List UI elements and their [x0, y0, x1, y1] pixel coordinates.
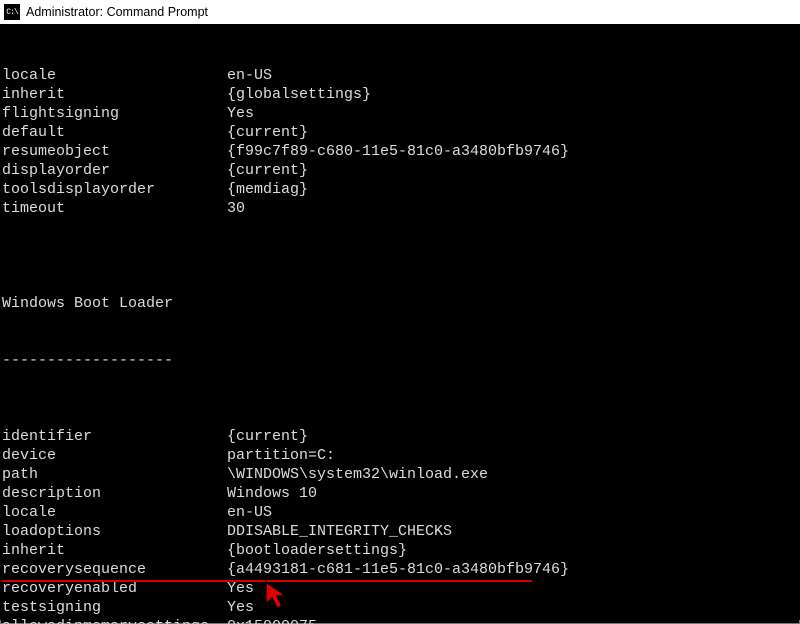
loader-key: recoverysequence [2, 560, 227, 579]
global-value: {memdiag} [227, 180, 308, 199]
loader-key: description [2, 484, 227, 503]
global-value: en-US [227, 66, 272, 85]
global-value: {current} [227, 123, 308, 142]
bcd-globals-list: localeen-USinherit{globalsettings}flight… [2, 66, 798, 218]
loader-row: identifier{current} [2, 427, 798, 446]
loader-key: locale [2, 503, 227, 522]
global-key: locale [2, 66, 227, 85]
global-key: inherit [2, 85, 227, 104]
loader-row: descriptionWindows 10 [2, 484, 798, 503]
global-value: 30 [227, 199, 245, 218]
loader-value: Windows 10 [227, 484, 317, 503]
global-row: timeout30 [2, 199, 798, 218]
loader-key: loadoptions [2, 522, 227, 541]
loader-value: {a4493181-c681-11e5-81c0-a3480bfb9746} [227, 560, 569, 579]
loader-value: \WINDOWS\system32\winload.exe [227, 465, 488, 484]
terminal-area[interactable]: localeen-USinherit{globalsettings}flight… [0, 24, 800, 620]
highlight-underline [2, 580, 532, 582]
global-row: default{current} [2, 123, 798, 142]
loader-row: devicepartition=C: [2, 446, 798, 465]
global-row: resumeobject{f99c7f89-c680-11e5-81c0-a34… [2, 142, 798, 161]
loader-value: DDISABLE_INTEGRITY_CHECKS [227, 522, 452, 541]
global-key: toolsdisplayorder [2, 180, 227, 199]
global-row: flightsigningYes [2, 104, 798, 123]
loader-row: testsigningYes [2, 598, 798, 617]
loader-row: inherit{bootloadersettings} [2, 541, 798, 560]
loader-key: allowedinmemorysettings [2, 617, 227, 624]
titlebar[interactable]: C:\ Administrator: Command Prompt [0, 0, 800, 24]
global-value: Yes [227, 104, 254, 123]
section-title: Windows Boot Loader [2, 294, 798, 313]
loader-key: identifier [2, 427, 227, 446]
loader-row: allowedinmemorysettings0x15000075 [2, 617, 798, 624]
cmd-icon: C:\ [4, 4, 20, 20]
global-row: displayorder{current} [2, 161, 798, 180]
loader-row: recoverysequence{a4493181-c681-11e5-81c0… [2, 560, 798, 579]
window-title: Administrator: Command Prompt [26, 5, 208, 19]
global-row: toolsdisplayorder{memdiag} [2, 180, 798, 199]
global-key: displayorder [2, 161, 227, 180]
loader-value: Yes [227, 598, 254, 617]
loader-value: en-US [227, 503, 272, 522]
loader-value: partition=C: [227, 446, 335, 465]
loader-key: device [2, 446, 227, 465]
section-divider: ------------------- [2, 351, 798, 370]
global-row: inherit{globalsettings} [2, 85, 798, 104]
global-key: timeout [2, 199, 227, 218]
global-row: localeen-US [2, 66, 798, 85]
boot-loader-list: identifier{current}devicepartition=C:pat… [2, 427, 798, 624]
global-key: flightsigning [2, 104, 227, 123]
global-key: resumeobject [2, 142, 227, 161]
loader-row: localeen-US [2, 503, 798, 522]
loader-key: testsigning [2, 598, 227, 617]
loader-row: path\WINDOWS\system32\winload.exe [2, 465, 798, 484]
loader-key: path [2, 465, 227, 484]
loader-value: 0x15000075 [227, 617, 317, 624]
loader-value: {current} [227, 427, 308, 446]
global-value: {f99c7f89-c680-11e5-81c0-a3480bfb9746} [227, 142, 569, 161]
cmd-window: C:\ Administrator: Command Prompt locale… [0, 0, 800, 624]
loader-key: inherit [2, 541, 227, 560]
global-key: default [2, 123, 227, 142]
loader-value: {bootloadersettings} [227, 541, 407, 560]
global-value: {globalsettings} [227, 85, 371, 104]
global-value: {current} [227, 161, 308, 180]
loader-row: loadoptionsDDISABLE_INTEGRITY_CHECKS [2, 522, 798, 541]
